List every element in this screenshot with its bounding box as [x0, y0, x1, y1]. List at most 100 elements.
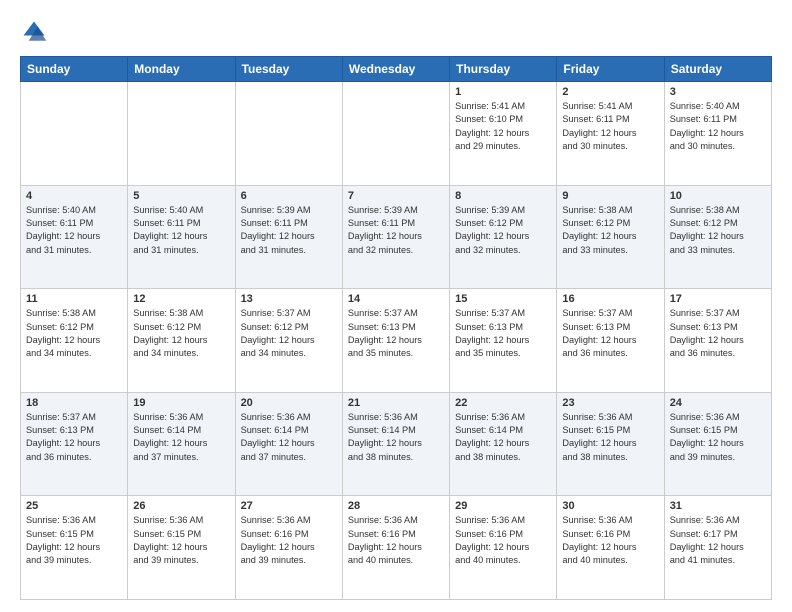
calendar-cell: 8 Sunrise: 5:39 AMSunset: 6:12 PMDaylight…	[450, 185, 557, 289]
calendar-cell: 21 Sunrise: 5:36 AMSunset: 6:14 PMDayligh…	[342, 392, 449, 496]
day-number: 31	[670, 500, 766, 512]
day-number: 3	[670, 86, 766, 98]
day-number: 7	[348, 190, 444, 202]
calendar-cell: 6 Sunrise: 5:39 AMSunset: 6:11 PMDaylight…	[235, 185, 342, 289]
day-header-tuesday: Tuesday	[235, 57, 342, 82]
day-number: 4	[26, 190, 122, 202]
day-info: Sunrise: 5:38 AMSunset: 6:12 PMDaylight:…	[133, 307, 229, 360]
day-header-sunday: Sunday	[21, 57, 128, 82]
week-row-4: 25 Sunrise: 5:36 AMSunset: 6:15 PMDayligh…	[21, 496, 772, 600]
calendar-cell: 19 Sunrise: 5:36 AMSunset: 6:14 PMDayligh…	[128, 392, 235, 496]
day-info: Sunrise: 5:36 AMSunset: 6:14 PMDaylight:…	[348, 411, 444, 464]
calendar-cell: 5 Sunrise: 5:40 AMSunset: 6:11 PMDaylight…	[128, 185, 235, 289]
day-number: 9	[562, 190, 658, 202]
page: SundayMondayTuesdayWednesdayThursdayFrid…	[0, 0, 792, 612]
day-number: 20	[241, 397, 337, 409]
day-info: Sunrise: 5:36 AMSunset: 6:16 PMDaylight:…	[455, 514, 551, 567]
calendar-cell: 25 Sunrise: 5:36 AMSunset: 6:15 PMDayligh…	[21, 496, 128, 600]
day-header-monday: Monday	[128, 57, 235, 82]
day-number: 26	[133, 500, 229, 512]
day-info: Sunrise: 5:39 AMSunset: 6:12 PMDaylight:…	[455, 204, 551, 257]
calendar-table: SundayMondayTuesdayWednesdayThursdayFrid…	[20, 56, 772, 600]
day-info: Sunrise: 5:39 AMSunset: 6:11 PMDaylight:…	[348, 204, 444, 257]
day-info: Sunrise: 5:36 AMSunset: 6:17 PMDaylight:…	[670, 514, 766, 567]
day-info: Sunrise: 5:36 AMSunset: 6:16 PMDaylight:…	[562, 514, 658, 567]
calendar-cell: 16Sunrise: 5:37 AMSunset: 6:13 PMDayligh…	[557, 289, 664, 393]
day-info: Sunrise: 5:36 AMSunset: 6:15 PMDaylight:…	[562, 411, 658, 464]
day-number: 24	[670, 397, 766, 409]
header	[20, 18, 772, 46]
day-header-thursday: Thursday	[450, 57, 557, 82]
day-info: Sunrise: 5:36 AMSunset: 6:14 PMDaylight:…	[133, 411, 229, 464]
calendar-cell: 30 Sunrise: 5:36 AMSunset: 6:16 PMDayligh…	[557, 496, 664, 600]
calendar-cell	[235, 82, 342, 186]
day-info: Sunrise: 5:37 AMSunset: 6:13 PMDaylight:…	[455, 307, 551, 360]
calendar-cell: 1 Sunrise: 5:41 AMSunset: 6:10 PMDaylight…	[450, 82, 557, 186]
day-info: Sunrise: 5:38 AMSunset: 6:12 PMDaylight:…	[670, 204, 766, 257]
calendar-cell: 4 Sunrise: 5:40 AMSunset: 6:11 PMDaylight…	[21, 185, 128, 289]
day-info: Sunrise: 5:36 AMSunset: 6:14 PMDaylight:…	[455, 411, 551, 464]
calendar-cell	[21, 82, 128, 186]
day-header-wednesday: Wednesday	[342, 57, 449, 82]
calendar-cell: 13Sunrise: 5:37 AMSunset: 6:12 PMDayligh…	[235, 289, 342, 393]
day-number: 6	[241, 190, 337, 202]
logo	[20, 18, 52, 46]
day-number: 28	[348, 500, 444, 512]
day-number: 17	[670, 293, 766, 305]
calendar-cell: 23 Sunrise: 5:36 AMSunset: 6:15 PMDayligh…	[557, 392, 664, 496]
day-number: 14	[348, 293, 444, 305]
day-info: Sunrise: 5:37 AMSunset: 6:13 PMDaylight:…	[348, 307, 444, 360]
calendar-cell: 20 Sunrise: 5:36 AMSunset: 6:14 PMDayligh…	[235, 392, 342, 496]
calendar-cell	[342, 82, 449, 186]
logo-icon	[20, 18, 48, 46]
day-number: 8	[455, 190, 551, 202]
week-row-1: 4 Sunrise: 5:40 AMSunset: 6:11 PMDaylight…	[21, 185, 772, 289]
calendar-cell: 9 Sunrise: 5:38 AMSunset: 6:12 PMDaylight…	[557, 185, 664, 289]
day-info: Sunrise: 5:40 AMSunset: 6:11 PMDaylight:…	[670, 100, 766, 153]
calendar-cell: 26 Sunrise: 5:36 AMSunset: 6:15 PMDayligh…	[128, 496, 235, 600]
day-info: Sunrise: 5:36 AMSunset: 6:15 PMDaylight:…	[133, 514, 229, 567]
calendar-cell: 18Sunrise: 5:37 AMSunset: 6:13 PMDayligh…	[21, 392, 128, 496]
day-info: Sunrise: 5:41 AMSunset: 6:10 PMDaylight:…	[455, 100, 551, 153]
day-number: 15	[455, 293, 551, 305]
day-header-saturday: Saturday	[664, 57, 771, 82]
day-number: 29	[455, 500, 551, 512]
day-number: 1	[455, 86, 551, 98]
day-info: Sunrise: 5:37 AMSunset: 6:13 PMDaylight:…	[670, 307, 766, 360]
day-number: 25	[26, 500, 122, 512]
day-number: 13	[241, 293, 337, 305]
day-number: 27	[241, 500, 337, 512]
day-info: Sunrise: 5:38 AMSunset: 6:12 PMDaylight:…	[562, 204, 658, 257]
calendar-cell: 31 Sunrise: 5:36 AMSunset: 6:17 PMDayligh…	[664, 496, 771, 600]
day-number: 23	[562, 397, 658, 409]
day-number: 21	[348, 397, 444, 409]
calendar-cell: 22Sunrise: 5:36 AMSunset: 6:14 PMDayligh…	[450, 392, 557, 496]
day-info: Sunrise: 5:36 AMSunset: 6:16 PMDaylight:…	[348, 514, 444, 567]
calendar-cell: 24Sunrise: 5:36 AMSunset: 6:15 PMDayligh…	[664, 392, 771, 496]
day-info: Sunrise: 5:38 AMSunset: 6:12 PMDaylight:…	[26, 307, 122, 360]
calendar-cell: 28 Sunrise: 5:36 AMSunset: 6:16 PMDayligh…	[342, 496, 449, 600]
day-header-friday: Friday	[557, 57, 664, 82]
day-info: Sunrise: 5:39 AMSunset: 6:11 PMDaylight:…	[241, 204, 337, 257]
day-number: 2	[562, 86, 658, 98]
day-info: Sunrise: 5:36 AMSunset: 6:14 PMDaylight:…	[241, 411, 337, 464]
day-number: 19	[133, 397, 229, 409]
day-number: 11	[26, 293, 122, 305]
day-info: Sunrise: 5:40 AMSunset: 6:11 PMDaylight:…	[133, 204, 229, 257]
calendar-cell: 17 Sunrise: 5:37 AMSunset: 6:13 PMDayligh…	[664, 289, 771, 393]
calendar-cell: 29 Sunrise: 5:36 AMSunset: 6:16 PMDayligh…	[450, 496, 557, 600]
day-number: 5	[133, 190, 229, 202]
calendar-cell: 27Sunrise: 5:36 AMSunset: 6:16 PMDayligh…	[235, 496, 342, 600]
week-row-2: 11 Sunrise: 5:38 AMSunset: 6:12 PMDayligh…	[21, 289, 772, 393]
calendar-cell: 10 Sunrise: 5:38 AMSunset: 6:12 PMDayligh…	[664, 185, 771, 289]
day-number: 18	[26, 397, 122, 409]
calendar-cell: 15 Sunrise: 5:37 AMSunset: 6:13 PMDayligh…	[450, 289, 557, 393]
calendar-cell: 11 Sunrise: 5:38 AMSunset: 6:12 PMDayligh…	[21, 289, 128, 393]
calendar-cell: 7 Sunrise: 5:39 AMSunset: 6:11 PMDaylight…	[342, 185, 449, 289]
week-row-0: 1 Sunrise: 5:41 AMSunset: 6:10 PMDaylight…	[21, 82, 772, 186]
day-number: 12	[133, 293, 229, 305]
day-number: 30	[562, 500, 658, 512]
day-info: Sunrise: 5:40 AMSunset: 6:11 PMDaylight:…	[26, 204, 122, 257]
day-info: Sunrise: 5:36 AMSunset: 6:15 PMDaylight:…	[26, 514, 122, 567]
day-number: 10	[670, 190, 766, 202]
